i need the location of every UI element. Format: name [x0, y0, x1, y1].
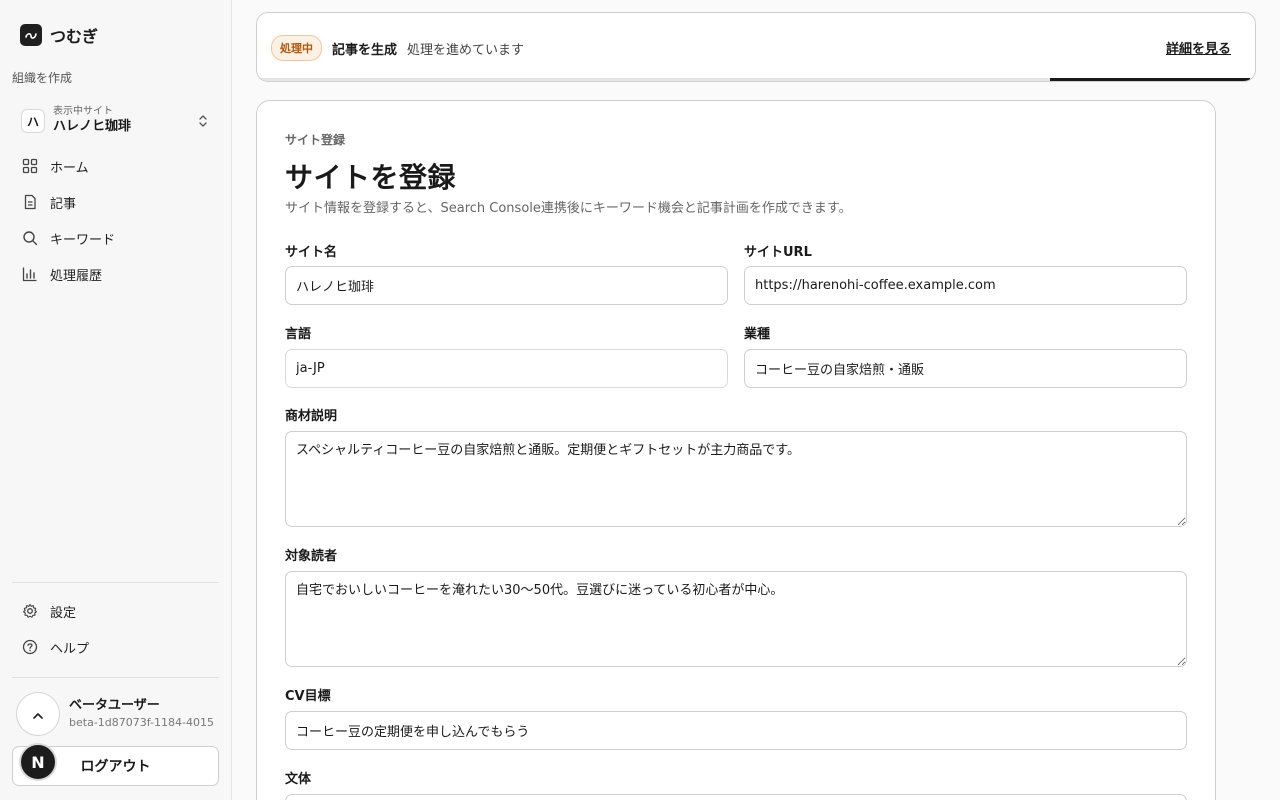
chevron-up-icon — [32, 705, 44, 724]
sidebar-divider — [12, 677, 219, 678]
org-create-link[interactable]: 組織を作成 — [12, 69, 72, 86]
document-icon — [22, 194, 38, 210]
site-registration-card: サイト登録 サイトを登録 サイト情報を登録すると、Search Console連… — [256, 100, 1216, 800]
site-name-label: サイト名 — [285, 245, 338, 260]
nav-label: 設定 — [50, 605, 77, 621]
breadcrumb: サイト登録 — [285, 133, 346, 147]
main-nav: ホーム 記事 キーワード 処理履歴 — [12, 148, 219, 292]
cv-goal-label: CV目標 — [285, 689, 331, 704]
site-caption: 表示中サイト — [53, 106, 113, 117]
nav-item-home[interactable]: ホーム — [12, 148, 219, 184]
industry-field[interactable] — [744, 349, 1187, 388]
search-icon — [22, 230, 38, 246]
site-url-label: サイトURL — [744, 245, 812, 260]
app-root: つむぎ 組織を作成 ハ 表示中サイト ハレノヒ珈琲 ホーム 記事 キーワード 処… — [0, 0, 1280, 800]
tone-field[interactable] — [285, 794, 1187, 800]
status-badge: 処理中 — [271, 35, 322, 61]
bar-chart-icon — [22, 266, 38, 282]
chevron-up-down-icon — [197, 113, 209, 132]
sidebar-divider — [12, 582, 219, 583]
nav-item-keywords[interactable]: キーワード — [12, 220, 219, 256]
target-audience-label: 対象読者 — [285, 549, 338, 564]
nav-item-help[interactable]: ヘルプ — [12, 629, 219, 665]
brand[interactable]: つむぎ — [20, 23, 98, 47]
nav-label: キーワード — [50, 232, 116, 248]
product-description-label: 商材説明 — [285, 409, 338, 424]
help-icon — [22, 639, 38, 655]
site-avatar: ハ — [21, 109, 45, 133]
nav-item-settings[interactable]: 設定 — [12, 593, 219, 629]
gear-icon — [22, 603, 38, 619]
nav-label: ホーム — [50, 160, 89, 176]
user-menu-toggle[interactable] — [16, 692, 60, 736]
site-switcher[interactable]: ハ 表示中サイト ハレノヒ珈琲 — [12, 99, 219, 143]
target-audience-field[interactable]: 自宅でおいしいコーヒーを淹れたい30〜50代。豆選びに迷っている初心者が中心。 — [285, 571, 1187, 667]
job-progress-track — [257, 78, 1255, 81]
nav-item-articles[interactable]: 記事 — [12, 184, 219, 220]
language-field[interactable] — [285, 349, 728, 388]
industry-label: 業種 — [744, 327, 771, 342]
nav-item-history[interactable]: 処理履歴 — [12, 256, 219, 292]
site-name-field[interactable] — [285, 266, 728, 305]
job-status-banner: 処理中 記事を生成 処理を進めています 詳細を見る — [256, 12, 1256, 82]
page-description: サイト情報を登録すると、Search Console連携後にキーワード機会と記事… — [285, 201, 852, 216]
job-progress-indicator — [1050, 78, 1250, 81]
job-title: 記事を生成 — [332, 42, 398, 58]
sidebar: つむぎ 組織を作成 ハ 表示中サイト ハレノヒ珈琲 ホーム 記事 キーワード 処… — [0, 0, 232, 800]
nav-label: 記事 — [50, 196, 77, 212]
nav-label: ヘルプ — [50, 641, 90, 657]
user-id: beta-1d87073f-1184-4015 — [69, 716, 214, 729]
home-grid-icon — [22, 158, 38, 174]
brand-logo-icon — [20, 24, 42, 46]
tone-label: 文体 — [285, 772, 312, 787]
site-url-field[interactable] — [744, 266, 1187, 305]
view-details-link[interactable]: 詳細を見る — [1166, 38, 1231, 57]
site-name: ハレノヒ珈琲 — [53, 119, 132, 134]
cv-goal-field[interactable] — [285, 711, 1187, 750]
avatar[interactable]: N — [19, 743, 57, 781]
page-title: サイトを登録 — [285, 161, 457, 194]
language-label: 言語 — [285, 327, 312, 342]
secondary-nav: 設定 ヘルプ — [12, 593, 219, 665]
brand-name: つむぎ — [50, 27, 99, 46]
user-menu[interactable]: ベータユーザー beta-1d87073f-1184-4015 — [16, 692, 214, 736]
product-description-field[interactable]: スペシャルティコーヒー豆の自家焙煎と通販。定期便とギフトセットが主力商品です。 — [285, 431, 1187, 527]
nav-label: 処理履歴 — [50, 268, 103, 284]
user-name: ベータユーザー — [69, 698, 160, 713]
job-status-text: 処理を進めています — [407, 42, 525, 58]
